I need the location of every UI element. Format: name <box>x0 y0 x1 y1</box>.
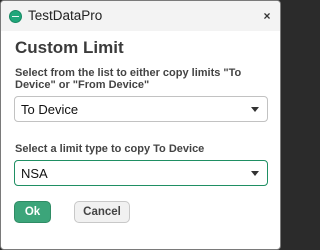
chevron-down-icon <box>251 107 259 112</box>
dialog-title: Custom Limit <box>15 38 124 57</box>
direction-select-value: To Device <box>21 102 79 117</box>
limit-type-select-value: NSA <box>21 166 48 181</box>
title-bar: TestDataPro × <box>1 1 280 31</box>
direction-select[interactable]: To Device <box>14 96 268 122</box>
app-logo-icon <box>9 10 22 23</box>
direction-label: Select from the list to either copy limi… <box>15 67 242 91</box>
ok-button[interactable]: Ok <box>14 201 51 223</box>
cancel-button[interactable]: Cancel <box>74 201 130 223</box>
limit-type-select[interactable]: NSA <box>14 160 268 186</box>
app-title: TestDataPro <box>28 8 103 23</box>
limit-type-label: Select a limit type to copy To Device <box>15 143 205 155</box>
close-icon[interactable]: × <box>260 9 274 23</box>
custom-limit-dialog: TestDataPro × Custom Limit Select from t… <box>0 0 281 250</box>
chevron-down-icon <box>251 171 259 176</box>
